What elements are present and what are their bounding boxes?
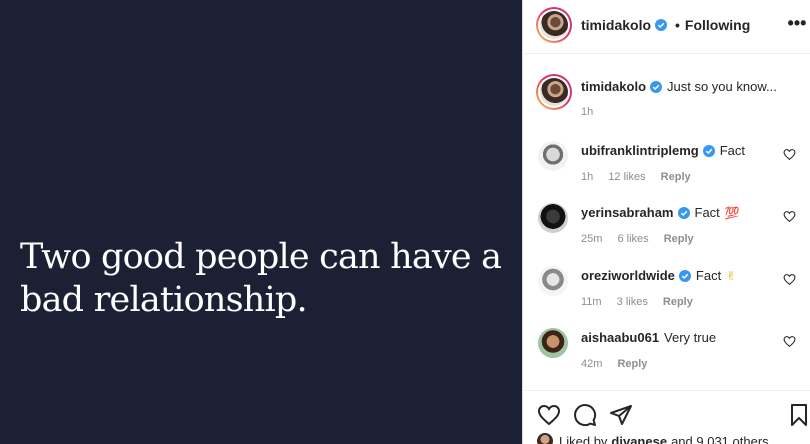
post-image[interactable]: Two good people can have a bad relations… <box>0 0 522 444</box>
caption-timestamp[interactable]: 1h <box>581 106 593 118</box>
commenter-avatar[interactable] <box>538 328 568 358</box>
share-icon[interactable] <box>609 403 633 427</box>
comment-username[interactable]: aishaabu061 <box>581 330 659 345</box>
comment-meta: 11m 3 likes Reply <box>581 296 705 308</box>
comment-text-line: aishaabu061 Very true <box>581 330 716 345</box>
post-quote: Two good people can have a bad relations… <box>20 237 502 320</box>
comment-username[interactable]: yerinsabraham <box>581 205 674 220</box>
post-side-panel: timidakolo • Following ••• timidakolo Ju… <box>522 0 810 444</box>
following-button[interactable]: Following <box>685 17 750 33</box>
liked-by-username[interactable]: divanese <box>611 434 667 444</box>
caption-avatar[interactable] <box>536 74 572 110</box>
bookmark-icon[interactable] <box>787 403 810 427</box>
caption-text-line: timidakolo Just so you know... <box>581 79 777 94</box>
comment-body: Very true <box>664 330 717 345</box>
liked-by-avatar[interactable] <box>537 433 553 444</box>
comment-heart-icon[interactable] <box>783 210 796 223</box>
comment-body: Fact <box>719 143 746 158</box>
verified-badge-icon <box>702 144 715 157</box>
post-caption: timidakolo Just so you know... 1h <box>523 70 810 124</box>
comment-heart-icon[interactable] <box>783 148 796 161</box>
commenter-avatar[interactable] <box>538 141 568 171</box>
comment-body: Fact <box>694 205 720 220</box>
reply-button[interactable]: Reply <box>661 171 691 183</box>
comment-likes[interactable]: 3 likes <box>617 296 648 308</box>
comment-text-line: yerinsabraham Fact 💯 <box>581 205 740 220</box>
verified-badge-icon <box>677 206 690 219</box>
verified-badge-icon <box>650 80 663 93</box>
comment-item: ubifranklintriplemg Fact 1h 12 likes Rep… <box>523 141 810 197</box>
comment-time[interactable]: 25m <box>581 233 602 245</box>
comment-likes[interactable]: 6 likes <box>617 233 648 245</box>
comment-time[interactable]: 1h <box>581 171 593 183</box>
author-info: timidakolo • Following <box>581 17 750 33</box>
commenter-avatar[interactable] <box>538 266 568 296</box>
liked-by-others[interactable]: and 9,031 others <box>671 434 769 444</box>
liked-by-line: Liked by divanese and 9,031 others <box>537 433 807 444</box>
author-avatar[interactable] <box>536 7 572 43</box>
verified-badge-icon <box>655 19 668 31</box>
comment-body: Fact <box>695 268 722 283</box>
liked-by-prefix: Liked by <box>559 433 608 444</box>
hundred-emoji: 💯 <box>724 205 740 220</box>
comment-username[interactable]: oreziworldwide <box>581 268 675 283</box>
comment-likes[interactable]: 12 likes <box>608 171 645 183</box>
comment-username[interactable]: ubifranklintriplemg <box>581 143 699 158</box>
comment-item: yerinsabraham Fact 💯 25m 6 likes Reply <box>523 203 810 259</box>
comment-text-line: oreziworldwide Fact ✌ <box>581 268 736 283</box>
author-username[interactable]: timidakolo <box>581 17 651 33</box>
comment-icon[interactable] <box>573 403 597 427</box>
heart-icon[interactable] <box>537 403 561 427</box>
more-options-icon[interactable]: ••• <box>787 13 807 37</box>
verified-badge-icon <box>678 269 691 282</box>
comment-meta: 42m Reply <box>581 358 659 370</box>
caption-body: Just so you know... <box>667 79 777 94</box>
post-header: timidakolo • Following ••• <box>523 0 810 54</box>
commenter-avatar[interactable] <box>538 203 568 233</box>
reply-button[interactable]: Reply <box>663 296 693 308</box>
comment-heart-icon[interactable] <box>783 335 796 348</box>
comment-item: oreziworldwide Fact ✌ 11m 3 likes Reply <box>523 266 810 322</box>
comment-time[interactable]: 42m <box>581 358 602 370</box>
comment-heart-icon[interactable] <box>783 273 796 286</box>
comment-meta: 1h 12 likes Reply <box>581 171 703 183</box>
comment-meta: 25m 6 likes Reply <box>581 233 706 245</box>
caption-username[interactable]: timidakolo <box>581 79 646 94</box>
separator-dot: • <box>675 17 680 33</box>
reply-button[interactable]: Reply <box>664 233 694 245</box>
comment-text-line: ubifranklintriplemg Fact <box>581 143 745 158</box>
victory-hand-emoji: ✌ <box>726 268 737 283</box>
post-action-bar: Liked by divanese and 9,031 others <box>523 390 810 444</box>
comment-item: aishaabu061 Very true 42m Reply <box>523 328 810 384</box>
reply-button[interactable]: Reply <box>617 358 647 370</box>
comment-time[interactable]: 11m <box>581 296 602 308</box>
